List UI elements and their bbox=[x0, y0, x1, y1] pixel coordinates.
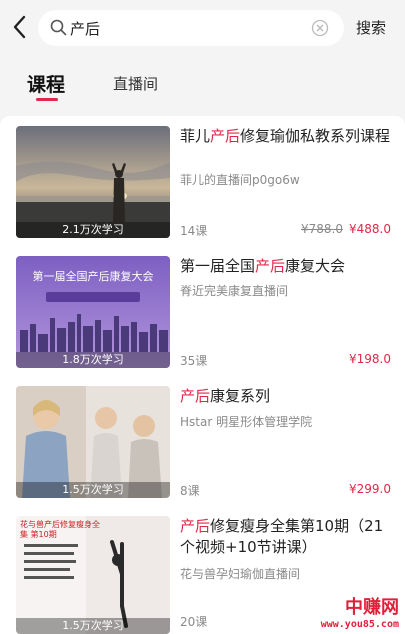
course-thumbnail: 1.5万次学习 bbox=[16, 386, 170, 498]
search-box[interactable] bbox=[38, 10, 344, 46]
view-count: 2.1万次学习 bbox=[16, 222, 170, 238]
back-button[interactable] bbox=[8, 12, 30, 42]
course-title: 产后修复瘦身全集第10期（21个视频+10节讲课） bbox=[180, 516, 392, 558]
channel-name: Hstar 明星形体管理学院 bbox=[180, 415, 313, 429]
search-input[interactable] bbox=[70, 16, 310, 40]
title-text: 康复大会 bbox=[285, 257, 346, 275]
lesson-count: 14课 bbox=[180, 224, 208, 238]
channel-name: 花与兽孕妇瑜伽直播间 bbox=[180, 567, 301, 581]
tab-courses[interactable]: 课程 bbox=[27, 70, 65, 97]
course-thumbnail: 第一届全国产后康复大会 1.8万次学习 bbox=[16, 256, 170, 368]
view-count: 1.5万次学习 bbox=[16, 482, 170, 498]
channel-name: 脊近完美康复直播间 bbox=[180, 284, 289, 298]
title-highlight: 产后 bbox=[180, 517, 211, 535]
price: ¥299.0 bbox=[349, 482, 391, 496]
title-text: 修复瘦身全集第10期（21个视频+10节讲课） bbox=[180, 517, 384, 556]
course-card[interactable]: 1.5万次学习 产后康复系列 Hstar 明星形体管理学院 8课 ¥299.0 bbox=[0, 376, 405, 506]
title-highlight: 产后 bbox=[180, 387, 211, 405]
active-tab-indicator bbox=[36, 98, 58, 101]
course-card[interactable]: 2.1万次学习 菲儿产后修复瑜伽私教系列课程 菲儿的直播间p0go6w 14课 … bbox=[0, 116, 405, 246]
view-count: 1.8万次学习 bbox=[16, 352, 170, 368]
lesson-count: 8课 bbox=[180, 484, 200, 498]
current-price: ¥198.0 bbox=[349, 352, 391, 366]
title-text: 第一届全国 bbox=[180, 257, 256, 275]
current-price: ¥299.0 bbox=[349, 482, 391, 496]
tab-live-rooms[interactable]: 直播间 bbox=[113, 73, 158, 94]
title-highlight: 产后 bbox=[210, 127, 241, 145]
view-count: 1.5万次学习 bbox=[16, 618, 170, 634]
lesson-count: 35课 bbox=[180, 354, 208, 368]
tab-bar: 课程 直播间 bbox=[0, 56, 405, 116]
watermark: 中赚网 www.you85.com bbox=[321, 593, 399, 630]
price: ¥788.0 ¥488.0 bbox=[301, 222, 391, 236]
current-price: ¥488.0 bbox=[349, 222, 391, 236]
top-bar: 搜索 bbox=[0, 0, 405, 56]
clear-icon[interactable] bbox=[311, 19, 329, 37]
search-icon bbox=[50, 19, 67, 36]
course-title: 第一届全国产后康复大会 bbox=[180, 256, 392, 277]
watermark-text: 中赚网 bbox=[345, 597, 399, 618]
price: ¥198.0 bbox=[349, 352, 391, 366]
thumbnail-text: 第一届全国产后康复大会 bbox=[32, 270, 154, 283]
search-button[interactable]: 搜索 bbox=[356, 17, 386, 38]
course-list: 2.1万次学习 菲儿产后修复瑜伽私教系列课程 菲儿的直播间p0go6w 14课 … bbox=[0, 116, 405, 634]
chevron-left-icon bbox=[13, 15, 26, 39]
course-title: 菲儿产后修复瑜伽私教系列课程 bbox=[180, 126, 392, 147]
title-highlight: 产后 bbox=[255, 257, 286, 275]
channel-name: 菲儿的直播间p0go6w bbox=[180, 173, 300, 187]
lesson-count: 20课 bbox=[180, 615, 208, 629]
course-thumbnail: 花与兽产后修复瘦身全集 第10期 1.5万次学习 bbox=[16, 516, 170, 634]
original-price: ¥788.0 bbox=[301, 222, 343, 236]
watermark-url: www.you85.com bbox=[320, 619, 399, 630]
title-text: 菲儿 bbox=[180, 127, 211, 145]
course-card[interactable]: 第一届全国产后康复大会 1.8万次学习 第一届全国产后康复大会 脊近完美康复直播… bbox=[0, 246, 405, 376]
title-text: 修复瑜伽私教系列课程 bbox=[240, 127, 391, 145]
thumbnail-text: 花与兽产后修复瘦身全集 第10期 bbox=[20, 520, 100, 539]
title-text: 康复系列 bbox=[210, 387, 271, 405]
course-title: 产后康复系列 bbox=[180, 386, 392, 407]
course-thumbnail: 2.1万次学习 bbox=[16, 126, 170, 238]
